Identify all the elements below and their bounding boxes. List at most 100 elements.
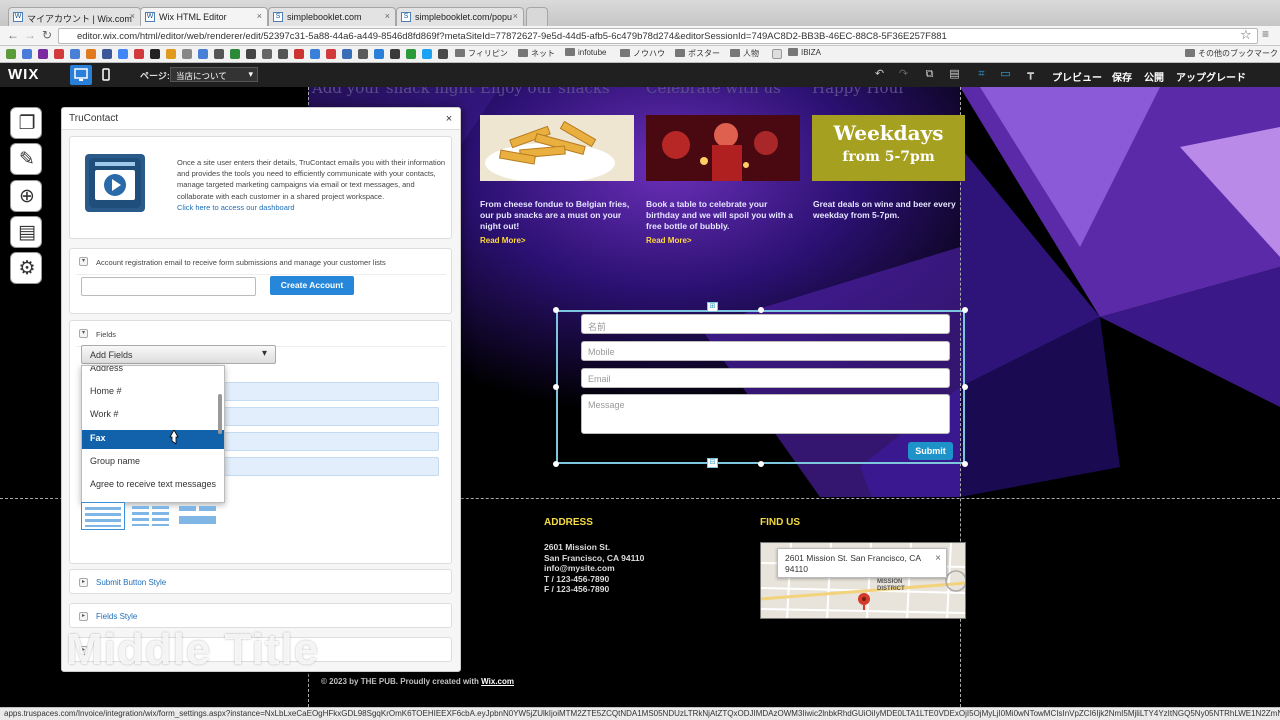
submit-button-style-section[interactable]: ▸ Submit Button Style: [69, 569, 452, 594]
star-icon[interactable]: ☆: [1240, 27, 1252, 43]
bookmark-folder[interactable]: フィリピン: [455, 48, 508, 59]
bookmark-icon[interactable]: [102, 49, 112, 59]
bookmark-folder[interactable]: ネット: [518, 48, 555, 59]
page-select[interactable]: 当店について: [170, 67, 258, 82]
bookmark-folder[interactable]: IBIZA: [788, 48, 821, 57]
bookmark-icon[interactable]: [326, 49, 336, 59]
browser-tab[interactable]: W マイアカウント | Wix.com ×: [8, 7, 141, 26]
page-icon[interactable]: [772, 49, 782, 59]
ruler-icon[interactable]: ┳: [1024, 68, 1037, 81]
dropdown-scrollbar[interactable]: [218, 394, 222, 434]
bookmark-icon[interactable]: [166, 49, 176, 59]
add-fields-dropdown[interactable]: Address Home # Work # Fax Group name Agr…: [81, 365, 225, 503]
field-row[interactable]: [212, 407, 439, 426]
copy-icon[interactable]: ⧉: [923, 68, 936, 81]
field-row[interactable]: [212, 432, 439, 451]
menu-icon[interactable]: ≡: [1262, 27, 1269, 41]
bookmark-folder[interactable]: ノウハウ: [620, 48, 665, 59]
bookmark-icon[interactable]: [246, 49, 256, 59]
browser-tab-active[interactable]: W Wix HTML Editor ×: [140, 7, 268, 26]
redo-icon[interactable]: ↷: [897, 68, 910, 81]
app-market-dock-button[interactable]: ▤: [10, 216, 42, 248]
bookmark-icon[interactable]: [134, 49, 144, 59]
close-tab-icon[interactable]: ×: [385, 11, 390, 21]
bookmark-icon[interactable]: [262, 49, 272, 59]
dropdown-option[interactable]: Address: [82, 366, 224, 379]
bookmark-icon[interactable]: [390, 49, 400, 59]
bookmark-icon[interactable]: [310, 49, 320, 59]
read-more-link[interactable]: Read More>: [646, 236, 692, 245]
resize-handle[interactable]: [962, 461, 968, 467]
create-account-button[interactable]: Create Account: [270, 276, 354, 295]
bookmark-icon[interactable]: [374, 49, 384, 59]
bookmark-folder[interactable]: infotube: [565, 48, 606, 57]
collapse-toggle-icon[interactable]: ▾: [79, 329, 88, 338]
bookmark-icon[interactable]: [214, 49, 224, 59]
resize-handle[interactable]: [553, 461, 559, 467]
add-fields-select[interactable]: Add Fields: [81, 345, 276, 364]
layout-option-two-col[interactable]: [130, 502, 174, 530]
map-pin-icon[interactable]: [857, 592, 871, 610]
bookmark-icon[interactable]: [86, 49, 96, 59]
dropdown-option-selected[interactable]: Fax: [82, 430, 224, 449]
undo-icon[interactable]: ↶: [873, 68, 886, 81]
add-dock-button[interactable]: ⊕: [10, 180, 42, 212]
bookmark-icon[interactable]: [150, 49, 160, 59]
bookmark-icon[interactable]: [54, 49, 64, 59]
bookmark-icon[interactable]: [422, 49, 432, 59]
align-icon[interactable]: ▭: [999, 68, 1012, 81]
read-more-link[interactable]: Read More>: [480, 236, 526, 245]
dropdown-option[interactable]: Home #: [82, 383, 224, 402]
resize-handle[interactable]: [758, 307, 764, 313]
resize-handle[interactable]: [758, 461, 764, 467]
close-icon[interactable]: ×: [441, 111, 457, 127]
other-bookmarks-folder[interactable]: その他のブックマーク: [1185, 48, 1278, 59]
close-tab-icon[interactable]: ×: [513, 11, 518, 21]
settings-dock-button[interactable]: ⚙: [10, 252, 42, 284]
name-field[interactable]: 名前: [581, 314, 950, 334]
dropdown-option[interactable]: Agree to receive text messages: [82, 476, 224, 495]
bookmark-icon[interactable]: [230, 49, 240, 59]
expand-toggle-icon[interactable]: ▸: [79, 578, 88, 587]
mobile-field[interactable]: Mobile: [581, 341, 950, 361]
mobile-view-button[interactable]: [95, 65, 117, 85]
account-email-input[interactable]: [81, 277, 256, 296]
desktop-view-button[interactable]: [70, 65, 92, 85]
dropdown-option[interactable]: Work #: [82, 406, 224, 425]
drag-handle-icon[interactable]: ⊟: [707, 458, 718, 468]
weekdays-banner[interactable]: Weekdays from 5-7pm: [812, 115, 965, 181]
party-image[interactable]: [646, 115, 800, 181]
bookmark-icon[interactable]: [118, 49, 128, 59]
grid-icon[interactable]: ⌗: [975, 68, 988, 81]
publish-button[interactable]: 公開: [1144, 69, 1164, 84]
wix-link[interactable]: Wix.com: [481, 677, 514, 686]
bookmark-folder[interactable]: ポスター: [675, 48, 720, 59]
bookmark-icon[interactable]: [70, 49, 80, 59]
bookmark-icon[interactable]: [6, 49, 16, 59]
drag-handle-icon[interactable]: ⊞: [707, 302, 718, 312]
email-link[interactable]: info@mysite.com: [544, 563, 644, 574]
preview-button[interactable]: プレビュー: [1052, 69, 1102, 84]
design-dock-button[interactable]: ✎: [10, 143, 42, 175]
bookmark-icon[interactable]: [406, 49, 416, 59]
paste-icon[interactable]: ▤: [948, 68, 961, 81]
panel-header[interactable]: TruContact ×: [62, 108, 460, 130]
resize-handle[interactable]: [553, 307, 559, 313]
bookmark-icon[interactable]: [342, 49, 352, 59]
new-tab-button[interactable]: [526, 7, 548, 26]
field-row[interactable]: [212, 457, 439, 476]
upgrade-button[interactable]: アップグレード: [1176, 69, 1246, 84]
bookmark-icon[interactable]: [294, 49, 304, 59]
save-button[interactable]: 保存: [1112, 69, 1132, 84]
collapse-toggle-icon[interactable]: ▾: [79, 257, 88, 266]
reload-icon[interactable]: ↻: [42, 28, 52, 42]
layout-option-stacked[interactable]: [81, 502, 125, 530]
dropdown-option[interactable]: Group name: [82, 453, 224, 472]
form-submit-button[interactable]: Submit: [908, 442, 953, 460]
bookmark-icon[interactable]: [182, 49, 192, 59]
resize-handle[interactable]: [962, 307, 968, 313]
dashboard-link[interactable]: Click here to access our dashboard: [177, 203, 295, 212]
bookmark-icon[interactable]: [438, 49, 448, 59]
bookmark-folder[interactable]: 人物: [730, 48, 759, 59]
google-map[interactable]: 2601 Mission St. San Francisco, CA 94110…: [760, 542, 966, 619]
